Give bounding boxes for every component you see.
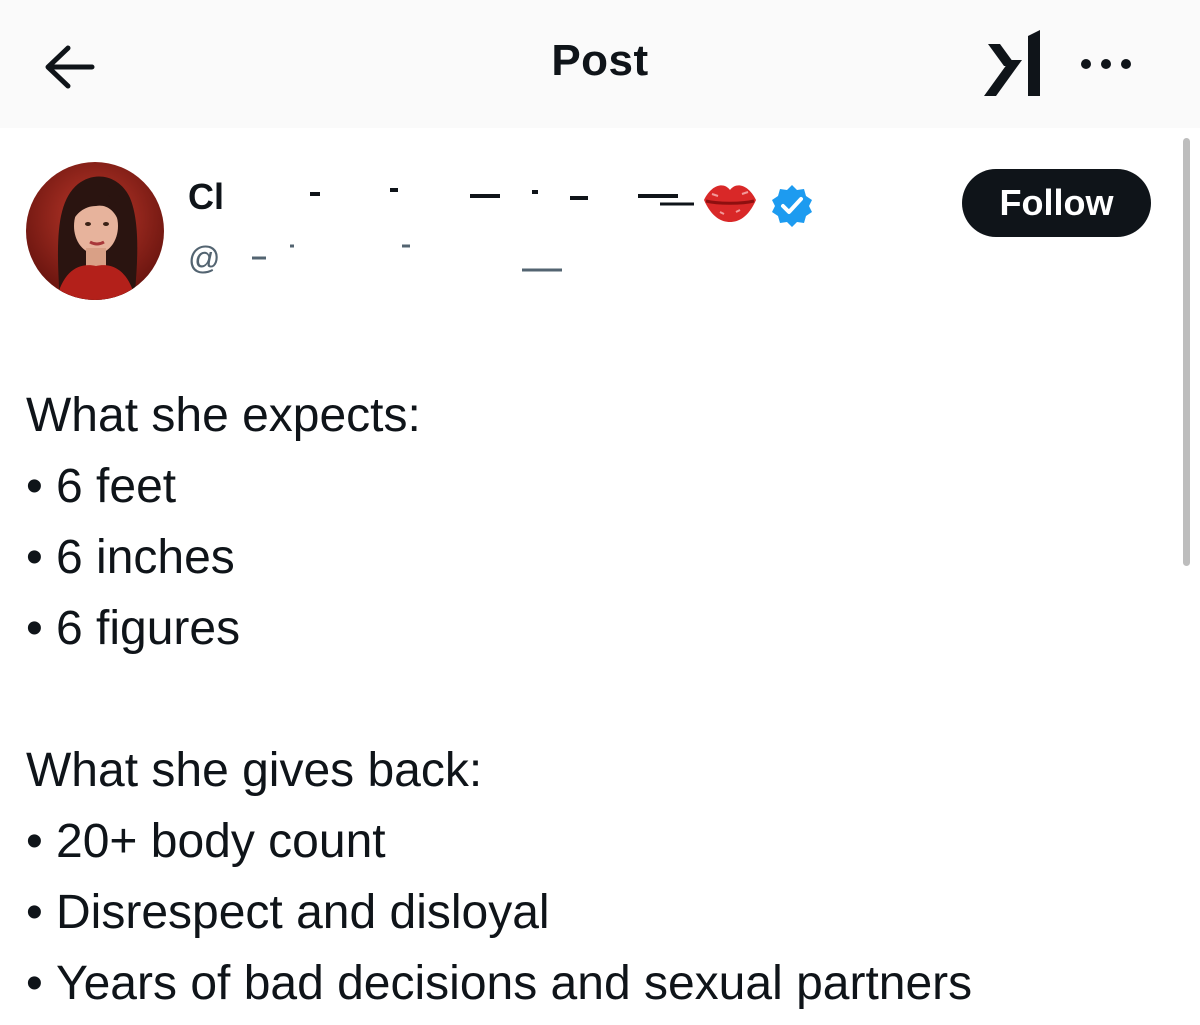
list-item: • Disrespect and disloyal: [26, 886, 550, 939]
avatar[interactable]: [26, 162, 164, 300]
scrollbar[interactable]: [1183, 138, 1190, 566]
verified-badge-icon[interactable]: [770, 183, 814, 227]
more-options-button[interactable]: [1076, 48, 1136, 80]
more-dots-icon: [1081, 59, 1131, 69]
author-display-name[interactable]: Cl: [188, 176, 224, 226]
list-item: • Years of bad decisions and sexual partn…: [26, 957, 973, 1010]
redaction-mask-handle: [222, 236, 602, 280]
list-item: • 20+ body count: [26, 815, 386, 868]
redaction-mask: [240, 178, 700, 222]
list-item: • 6 feet: [26, 460, 177, 513]
list-item: • 6 inches: [26, 531, 235, 584]
xai-logo-icon[interactable]: [982, 30, 1052, 98]
post-text: What she expects: • 6 feet • 6 inches • 6 f…: [26, 380, 1166, 1019]
gives-heading: What she gives back:: [26, 744, 483, 797]
author-handle[interactable]: @: [188, 240, 220, 277]
expects-heading: What she expects:: [26, 389, 421, 442]
top-bar: Post: [0, 0, 1200, 128]
list-item: • 6 figures: [26, 602, 241, 655]
lips-icon: [702, 180, 758, 224]
follow-button[interactable]: Follow: [962, 169, 1151, 237]
